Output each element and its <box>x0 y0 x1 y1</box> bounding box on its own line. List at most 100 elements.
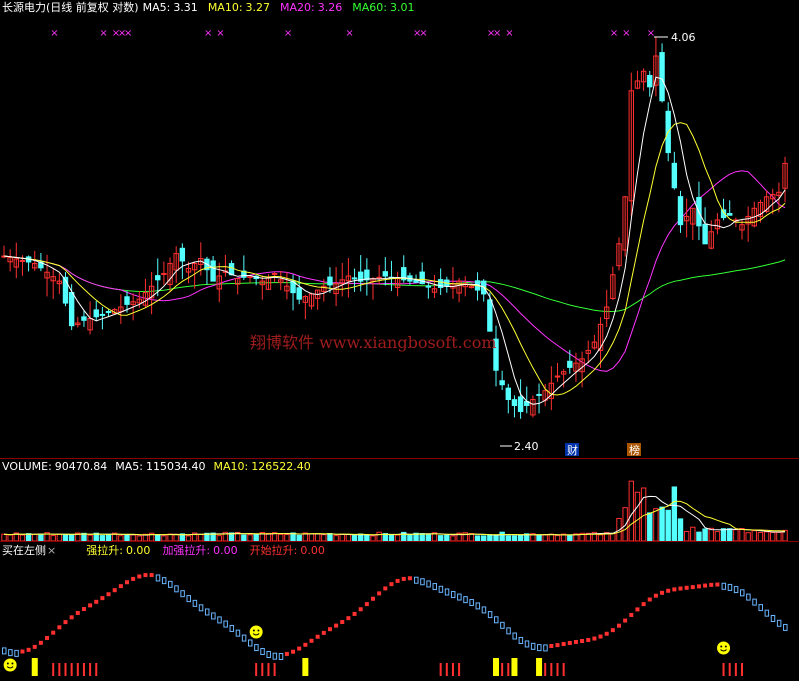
signal-bar-red <box>501 663 504 676</box>
smiley-icon <box>3 658 17 672</box>
indicator-mark <box>783 623 788 631</box>
signal-bar-yellow <box>536 658 543 676</box>
volume-legend: VOLUME: 90470.84 MA5: 115034.40 MA10: 12… <box>2 459 311 475</box>
indicator-mark <box>278 652 284 660</box>
indicator-mark <box>746 593 751 601</box>
indicator-mark <box>125 580 129 585</box>
signal-bar-red <box>267 663 270 676</box>
volume-bar <box>610 532 616 542</box>
indicator-mark <box>666 588 671 593</box>
indicator-mark <box>512 632 517 640</box>
indicator-mark <box>168 580 173 588</box>
indicator-mark <box>672 587 677 592</box>
indicator-close-icon[interactable]: × <box>47 543 56 559</box>
indicator-mark <box>383 586 388 591</box>
indicator-mark <box>524 640 530 648</box>
indicator-mark <box>653 593 658 598</box>
volume-ma5-value: 115034.40 <box>146 460 206 473</box>
ma60-label: MA60: <box>352 1 387 14</box>
indicator-mark <box>494 616 499 624</box>
indicator-mark <box>272 652 278 660</box>
ma5-label: MA5: <box>142 1 171 14</box>
indicator-mark <box>500 621 505 629</box>
smiley-face <box>3 658 17 672</box>
finance-badge[interactable]: 财 <box>567 443 578 457</box>
indicator-mark <box>100 596 105 601</box>
event-marker: × <box>204 28 212 39</box>
signal-bar-red <box>52 663 55 676</box>
chart-title: 长源电力(日线 前复权 对数) <box>2 1 139 14</box>
candle-body <box>351 277 358 280</box>
strong-pull-value: 0.00 <box>125 544 151 557</box>
indicator-mark <box>297 646 302 651</box>
indicator-mark <box>506 627 511 635</box>
indicator-mark <box>20 649 25 654</box>
volume-bar <box>62 533 69 542</box>
signal-bar-red <box>550 663 553 676</box>
signal-bar-red <box>76 663 79 676</box>
smiley-face <box>717 641 731 655</box>
indicator-mark <box>358 607 363 612</box>
indicator-mark <box>174 585 179 593</box>
volume-bars <box>1 480 788 542</box>
indicator-mark <box>438 585 444 593</box>
enhanced-pull-value: 0.00 <box>213 544 238 557</box>
indicator-mark <box>161 577 167 585</box>
indicator-mark <box>457 593 462 601</box>
volume-bar <box>308 533 315 542</box>
signal-bar-red <box>734 663 737 676</box>
indicator-mark <box>69 615 74 620</box>
candle-body <box>99 313 106 316</box>
volume-ma5-label: MA5: <box>115 460 144 473</box>
volume-bar <box>708 527 714 542</box>
indicator-mark <box>752 598 757 606</box>
event-marker: × <box>50 28 58 39</box>
indicator-mark <box>586 637 591 642</box>
indicator-mark <box>327 627 332 632</box>
volume-bar <box>548 533 555 542</box>
indicator-mark <box>223 620 228 628</box>
indicator-mark <box>727 583 733 591</box>
signal-bar-yellow <box>493 658 499 676</box>
volume-bar <box>32 533 38 542</box>
indicator-mark <box>211 612 216 620</box>
candle-body <box>376 276 382 279</box>
volume-bar <box>757 532 764 542</box>
indicator-mark <box>81 607 86 612</box>
indicator-mark <box>450 591 456 599</box>
indicator-mark <box>481 606 487 614</box>
signal-bar-yellow <box>302 658 309 676</box>
indicator-mark <box>94 599 99 604</box>
indicator-mark <box>629 612 634 617</box>
indicator-mark <box>217 616 222 624</box>
indicator-mark <box>14 649 19 657</box>
candle-body <box>296 287 302 300</box>
volume-bar <box>628 480 634 542</box>
indicator-mark <box>45 635 50 640</box>
chart-canvas: × × ××× × × × × ×× ×× × × × × 4.06 2.40 财 榜 翔博软件 www… <box>1 28 788 676</box>
indicator-mark <box>371 596 375 601</box>
volume-bar <box>683 530 690 542</box>
candle-body <box>364 269 370 281</box>
indicator-mark <box>198 604 204 612</box>
indicator-mark <box>260 648 265 656</box>
ma5-value: 3.31 <box>173 1 198 14</box>
indicator-mark <box>248 639 253 647</box>
volume-bar <box>647 512 653 542</box>
candle-body <box>425 285 432 288</box>
volume-ma10-label: MA10: <box>213 460 249 473</box>
indicator-mark <box>143 573 148 578</box>
smiley-eye <box>6 662 9 665</box>
indicator-mark <box>309 638 314 643</box>
volume-ma10-value: 126522.40 <box>251 460 311 473</box>
candle-body <box>554 375 561 378</box>
indicator-mark <box>137 574 142 579</box>
ranking-badge[interactable]: 榜 <box>629 443 640 457</box>
signal-bar-red <box>445 663 448 676</box>
candle-body <box>179 247 186 262</box>
candle-body <box>413 279 419 283</box>
indicator-mark <box>241 634 247 642</box>
candle-body <box>210 260 216 282</box>
candle-body <box>659 52 665 102</box>
candle-body <box>124 296 130 305</box>
